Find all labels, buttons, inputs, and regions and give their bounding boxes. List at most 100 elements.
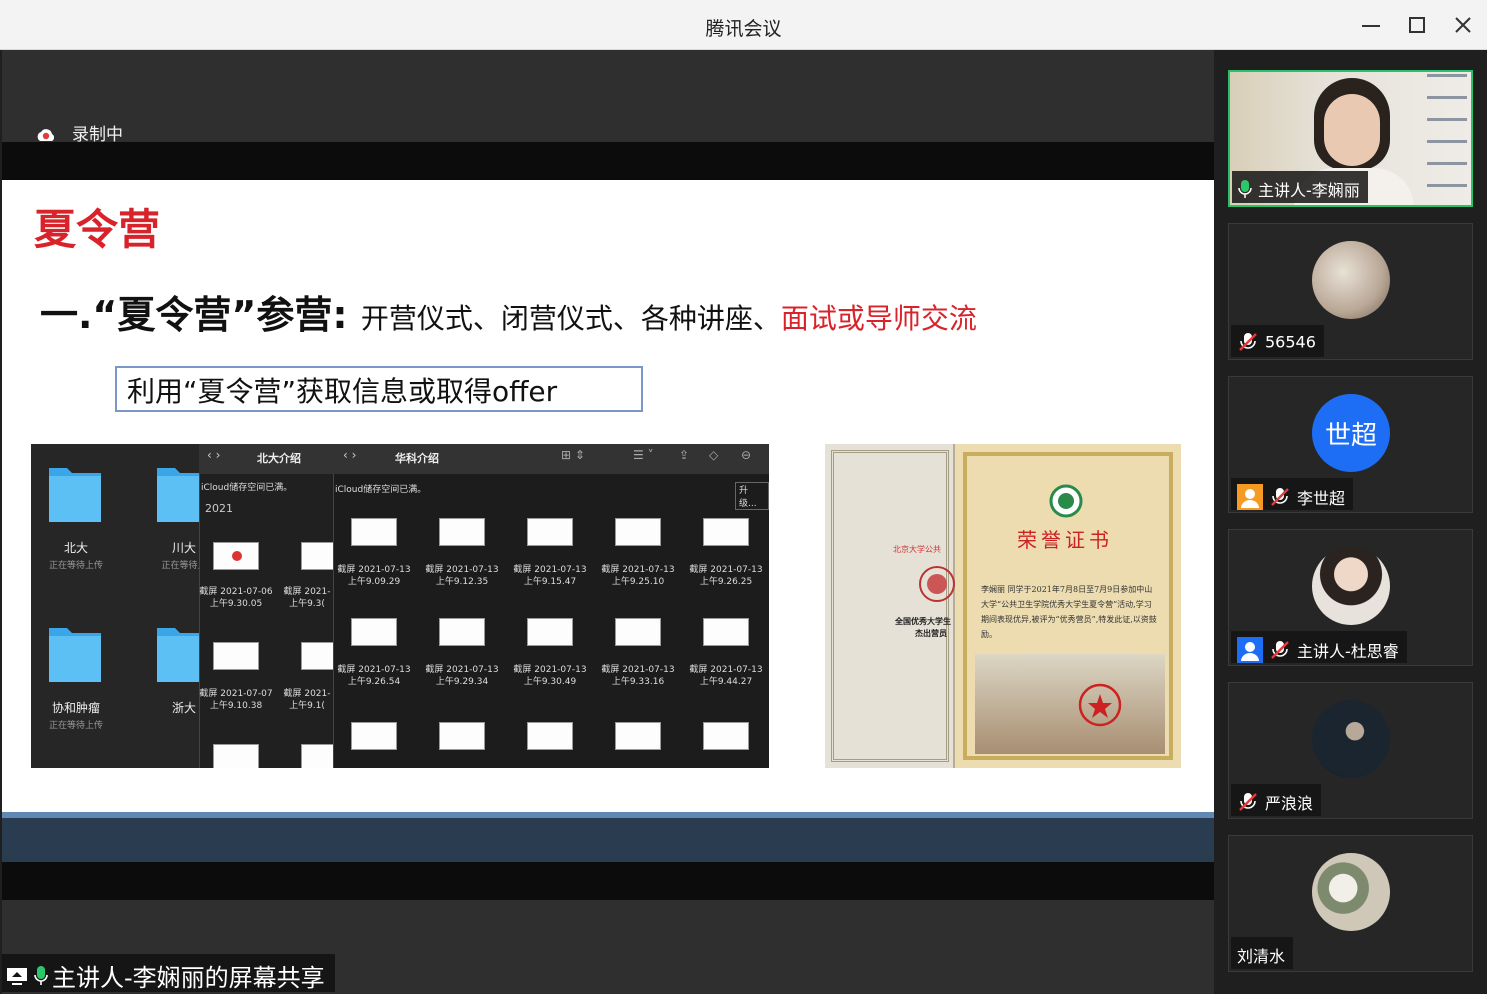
screenshot-thumb[interactable] <box>351 618 397 646</box>
maximize-icon[interactable] <box>1404 12 1430 38</box>
thumb-caption: 截屏 2021-07-13 上午9.26.54 <box>337 665 411 687</box>
slide-line-1: 一.“夏令营”参营: 开营仪式、闭营仪式、各种讲座、面试或导师交流 <box>40 284 977 339</box>
thumb-caption: 截屏 2021-07-13 上午9.29.34 <box>425 665 499 687</box>
slide-footer-bar <box>2 812 1214 862</box>
left-award-2: 杰出营员 <box>915 629 947 638</box>
screenshot-thumb[interactable] <box>351 722 397 750</box>
shared-screen-area: 录制中 夏令营 一.“夏令营”参营: 开营仪式、闭营仪式、各种讲座、面试或导师交… <box>2 50 1214 994</box>
school-emblem-icon <box>1049 484 1083 518</box>
left-org: 北京大学公共 <box>893 545 941 554</box>
screen-share-label: 主讲人-李娴丽的屏幕共享 <box>2 954 335 992</box>
icloud-warning: iCloud储存空间已满。 <box>201 483 293 493</box>
share-label-text: 主讲人-李娴丽的屏幕共享 <box>52 964 325 992</box>
mic-muted-icon <box>1239 793 1257 811</box>
thumb-caption: 截屏 2021-07-13 上午9.12.35 <box>425 565 499 587</box>
letterbox-top <box>2 142 1214 180</box>
screenshot-thumb[interactable] <box>615 722 661 750</box>
campus-image <box>975 654 1165 754</box>
thumb-caption: 截屏 2021-07-13 上午9.25.10 <box>601 565 675 587</box>
user-icon <box>1237 484 1263 510</box>
thumb-caption: 截屏 2021- 上午9.1( <box>283 689 331 711</box>
screenshot-thumb[interactable] <box>703 518 749 546</box>
thumb-caption: 截屏 2021-07-07 上午9.10.38 <box>199 689 273 711</box>
participant-tile[interactable]: 刘清水 <box>1228 835 1473 972</box>
view-toggle-icon[interactable]: ⊞ ⇕ <box>561 448 585 462</box>
participant-tile[interactable]: 世超 李世超 <box>1228 376 1473 513</box>
screenshot-thumb[interactable] <box>439 618 485 646</box>
mic-on-icon <box>34 965 48 985</box>
participant-name-tag: 李世超 <box>1231 478 1354 510</box>
finder-screenshot: 北大 正在等待上传 川大 正在等待上 协和肿瘤 正在等待上传 浙大 ‹ › 北大… <box>31 444 769 768</box>
finder-tab-right[interactable]: 华科介绍 <box>395 450 439 466</box>
mic-muted-icon <box>1271 641 1289 659</box>
screenshot-thumb[interactable] <box>213 642 259 670</box>
share-icon[interactable]: ⇪ <box>679 448 689 462</box>
screenshot-thumb[interactable] <box>213 744 259 768</box>
upgrade-button[interactable]: 升级... <box>735 482 769 510</box>
folder-label: 协和肿瘤 <box>51 701 100 715</box>
group-icon[interactable]: ☰ ˅ <box>633 448 654 462</box>
screenshot-thumb[interactable] <box>527 518 573 546</box>
thumb-caption: 截屏 2021-07-13 上午9.15.47 <box>513 565 587 587</box>
user-icon <box>1237 637 1263 663</box>
video-background-shelf <box>1427 72 1467 205</box>
certificate-photo: 北京大学公共 全国优秀大学生 杰出营员 荣誉证书 李娴丽 同学于2021年7月8… <box>825 444 1181 768</box>
screenshot-thumb[interactable] <box>615 618 661 646</box>
avatar <box>1312 547 1390 625</box>
cloud-record-icon <box>37 129 55 141</box>
mic-muted-icon <box>1271 488 1289 506</box>
participant-name-tag: 主讲人-李娴丽 <box>1232 171 1368 203</box>
nav-arrows[interactable]: ‹ › <box>207 448 220 462</box>
certificate-title: 荣誉证书 <box>1017 528 1113 552</box>
avatar <box>1312 700 1390 778</box>
screenshot-thumb[interactable] <box>703 618 749 646</box>
letterbox-bottom <box>2 862 1214 900</box>
screenshot-thumb[interactable] <box>439 722 485 750</box>
slide-heading: 夏令营 <box>34 205 161 254</box>
boxed-callout: 利用“夏令营”获取信息或取得offer <box>115 366 643 412</box>
participant-sidebar: 主讲人-李娴丽 56546 世超 李世超 主讲人-杜思睿 严浪浪 刘清水 <box>1214 50 1487 994</box>
minimize-icon[interactable] <box>1358 12 1384 38</box>
red-stamp-icon <box>1078 683 1122 727</box>
thumb-caption: 截屏 2021- 上午9.3( <box>283 587 331 609</box>
folder-icon <box>49 468 101 522</box>
line1-prefix: 一.“夏令营”参营: <box>40 293 348 337</box>
screenshot-thumb[interactable] <box>351 518 397 546</box>
participant-name-tag: 56546 <box>1231 325 1324 357</box>
screenshot-thumb[interactable] <box>703 722 749 750</box>
screenshot-thumb[interactable] <box>527 722 573 750</box>
participant-tile[interactable]: 严浪浪 <box>1228 682 1473 819</box>
nav-arrows[interactable]: ‹ › <box>343 448 356 462</box>
screen-share-icon <box>7 967 27 985</box>
avatar <box>1312 853 1390 931</box>
video-person-face <box>1324 94 1380 166</box>
more-icon[interactable]: ⊖ <box>741 448 751 462</box>
tag-icon[interactable]: ◇ <box>709 448 718 462</box>
certificate-body: 李娴丽 同学于2021年7月8日至7月9日参加中山大学“公共卫生学院优秀大学生夏… <box>981 585 1157 639</box>
avatar <box>1312 241 1390 319</box>
participant-name-tag: 刘清水 <box>1231 937 1294 969</box>
thumb-caption: 截屏 2021-07-13 上午9.33.16 <box>601 665 675 687</box>
participant-name-tag: 主讲人-杜思睿 <box>1231 631 1407 663</box>
line1-highlight: 面试或导师交流 <box>780 302 977 335</box>
university-seal-icon <box>919 566 955 602</box>
participant-tile[interactable]: 56546 <box>1228 223 1473 360</box>
screenshot-thumb[interactable] <box>615 518 661 546</box>
avatar: 世超 <box>1312 394 1390 472</box>
line1-items: 开营仪式、闭营仪式、各种讲座、 <box>360 302 781 335</box>
screenshot-thumb[interactable] <box>439 518 485 546</box>
close-icon[interactable] <box>1450 12 1476 38</box>
left-award: 全国优秀大学生 <box>895 617 951 626</box>
thumb-caption: 截屏 2021-07-13 上午9.26.25 <box>689 565 763 587</box>
mic-on-icon <box>1238 180 1252 198</box>
participant-tile[interactable]: 主讲人-杜思睿 <box>1228 529 1473 666</box>
participant-tile[interactable]: 主讲人-李娴丽 <box>1228 70 1473 207</box>
finder-tab-left[interactable]: 北大介绍 <box>257 450 301 466</box>
thumb-caption: 截屏 2021-07-13 上午9.30.49 <box>513 665 587 687</box>
screenshot-thumb[interactable] <box>213 542 259 570</box>
screenshot-thumb[interactable] <box>527 618 573 646</box>
folder-label: 北大 <box>63 541 88 555</box>
folder-icon <box>49 628 101 682</box>
thumb-caption: 截屏 2021-07-06 上午9.30.05 <box>199 587 273 609</box>
presentation-slide: 夏令营 一.“夏令营”参营: 开营仪式、闭营仪式、各种讲座、面试或导师交流 利用… <box>2 180 1214 812</box>
